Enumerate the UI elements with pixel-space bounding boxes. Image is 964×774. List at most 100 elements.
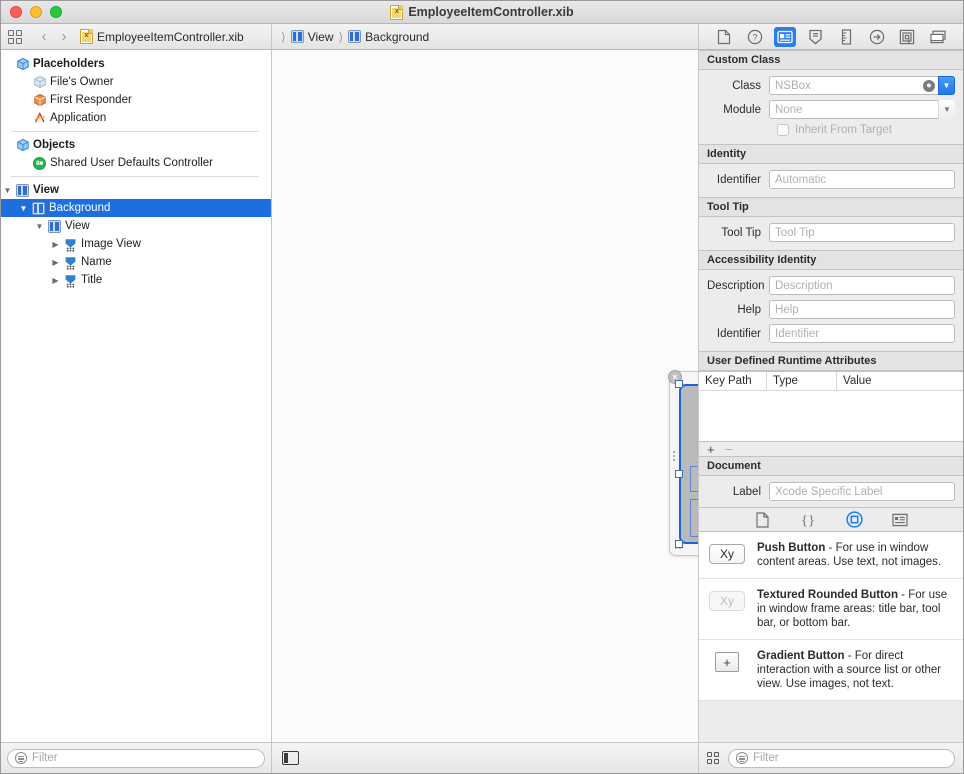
resize-handle-left[interactable] (675, 470, 683, 478)
file-inspector-icon[interactable] (713, 27, 735, 47)
interface-builder-canvas[interactable]: × (272, 50, 698, 742)
library-item-title: Textured Rounded Button (757, 589, 898, 601)
breadcrumb-item-file[interactable]: x EmployeeItemController.xib (80, 29, 244, 44)
utilities-panel: Custom Class Class NSBox ● ▼ Module None… (699, 50, 963, 773)
outline-list[interactable]: Placeholders File's Owner First Responde… (1, 50, 271, 742)
outline-filter-input[interactable]: Filter (7, 748, 265, 768)
disclosure-triangle[interactable]: ▼ (33, 222, 46, 231)
outline-item-title[interactable]: ▶ Title (1, 271, 271, 289)
accessibility-identity-header: Accessibility Identity (699, 250, 963, 270)
resize-handle-top-left[interactable] (675, 380, 683, 388)
connections-inspector-icon[interactable] (866, 27, 888, 47)
add-class-icon[interactable]: ● (923, 79, 935, 92)
breadcrumb-item-view[interactable]: View (290, 30, 333, 44)
zoom-window-button[interactable] (50, 6, 62, 18)
outline-item-files-owner[interactable]: File's Owner (1, 73, 271, 91)
outline-item-background[interactable]: ▼ Background (1, 199, 271, 217)
tool-tip-field[interactable]: Tool Tip (769, 223, 955, 242)
accessibility-help-label: Help (737, 303, 761, 316)
outline-item-view-child[interactable]: ▼ View (1, 217, 271, 235)
runtime-attributes-table[interactable]: Key Path Type Value (699, 371, 963, 441)
attributes-inspector-icon[interactable] (805, 27, 827, 47)
add-runtime-attribute-button[interactable]: + (707, 442, 715, 457)
outline-item-image-view[interactable]: ▶ Image View (1, 235, 271, 253)
disclosure-triangle[interactable]: ▶ (49, 240, 62, 249)
background-box[interactable]: Name Title (679, 384, 698, 544)
media-library-icon[interactable] (890, 511, 910, 529)
library-item-title: Gradient Button (757, 650, 845, 662)
forward-button[interactable]: › (54, 29, 74, 44)
toolbar-left: ‹ › x EmployeeItemController.xib (1, 24, 272, 49)
close-window-button[interactable] (10, 6, 22, 18)
disclosure-triangle[interactable]: ▼ (17, 204, 30, 213)
name-label[interactable]: Name (690, 466, 698, 492)
library-item-textured-rounded-button[interactable]: Xy Textured Rounded Button - For use in … (699, 579, 963, 640)
outline-item-name[interactable]: ▶ Name (1, 253, 271, 271)
module-dropdown-chevron-down-icon[interactable]: ▼ (938, 100, 955, 119)
minimize-window-button[interactable] (30, 6, 42, 18)
breadcrumb-item-background[interactable]: Background (348, 30, 429, 44)
code-snippet-library-icon[interactable]: { } (798, 511, 818, 529)
outline-item-label: Shared User Defaults Controller (50, 157, 213, 169)
gradient-button-glyph-label: + (715, 652, 739, 672)
cube-orange-icon (31, 93, 48, 107)
disclosure-triangle[interactable]: ▶ (49, 276, 62, 285)
accessibility-identifier-field[interactable]: Identifier (769, 324, 955, 343)
module-row: Module None ▼ (707, 100, 955, 119)
column-header-type: Type (767, 372, 837, 390)
defaults-controller-icon: 8■ (31, 156, 48, 170)
library-view-mode-icon[interactable] (707, 751, 721, 765)
outline-item-shared-user-defaults-controller[interactable]: 8■ Shared User Defaults Controller (1, 154, 271, 172)
inherit-from-target-checkbox[interactable] (777, 124, 789, 136)
outline-group-objects[interactable]: Objects (1, 136, 271, 154)
outline-item-view-root[interactable]: ▼ View (1, 181, 271, 199)
identity-inspector-icon[interactable] (774, 26, 797, 47)
inherit-from-target-row[interactable]: Inherit From Target (707, 124, 955, 136)
disclosure-triangle[interactable]: ▶ (49, 258, 62, 267)
class-value: NSBox (775, 79, 811, 92)
outline-item-first-responder[interactable]: First Responder (1, 91, 271, 109)
accessibility-description-field[interactable]: Description (769, 276, 955, 295)
identifier-field[interactable]: Automatic (769, 170, 955, 189)
xcode-window: x EmployeeItemController.xib ‹ › x Emplo… (0, 0, 964, 774)
disclosure-triangle[interactable]: ▼ (1, 186, 14, 195)
module-field[interactable]: None ▼ (769, 100, 955, 119)
title-label[interactable]: Title (690, 499, 698, 537)
tool-tip-label: Tool Tip (721, 226, 761, 239)
library-item-push-button[interactable]: Xy Push Button - For use in window conte… (699, 532, 963, 579)
bindings-inspector-icon[interactable] (896, 27, 918, 47)
tool-tip-body: Tool Tip Tool Tip (699, 217, 963, 250)
runtime-attributes-rows[interactable] (699, 391, 963, 441)
library-item-gradient-button[interactable]: + Gradient Button - For direct interacti… (699, 640, 963, 701)
editor-layout-icon[interactable] (8, 29, 24, 45)
accessibility-identifier-label: Identifier (716, 327, 761, 340)
file-template-library-icon[interactable] (752, 511, 772, 529)
editor-column: × (272, 50, 699, 773)
object-library-list[interactable]: Xy Push Button - For use in window conte… (699, 532, 963, 701)
outline-group-placeholders[interactable]: Placeholders (1, 55, 271, 73)
library-filter-input[interactable]: Filter (728, 748, 955, 768)
outline-item-application[interactable]: Application (1, 109, 271, 127)
textured-button-glyph-label: Xy (709, 591, 745, 611)
class-dropdown-chevron-down-icon[interactable]: ▼ (938, 76, 955, 95)
accessibility-description-row: Description Description (707, 276, 955, 295)
size-inspector-icon[interactable] (835, 27, 857, 47)
remove-runtime-attribute-button[interactable]: − (725, 442, 733, 457)
breadcrumb: x EmployeeItemController.xib (80, 29, 244, 44)
editor-footer (272, 742, 698, 773)
title-bar: x EmployeeItemController.xib (1, 1, 963, 24)
toggle-document-outline-icon[interactable] (282, 751, 299, 765)
column-header-value: Value (843, 375, 872, 387)
object-library-icon[interactable] (844, 511, 864, 529)
back-button[interactable]: ‹ (34, 29, 54, 44)
accessibility-identifier-value: Identifier (775, 327, 820, 340)
class-field[interactable]: NSBox ● ▼ (769, 76, 955, 95)
view-effects-inspector-icon[interactable] (927, 27, 949, 47)
accessibility-help-field[interactable]: Help (769, 300, 955, 319)
quick-help-inspector-icon[interactable]: ? (744, 27, 766, 47)
window-title: EmployeeItemController.xib (408, 5, 574, 19)
document-label-field[interactable]: Xcode Specific Label (769, 482, 955, 501)
inner-view[interactable]: Name Title (681, 386, 698, 542)
accessibility-body: Description Description Help Help Identi… (699, 270, 963, 351)
resize-handle-bottom-left[interactable] (675, 540, 683, 548)
